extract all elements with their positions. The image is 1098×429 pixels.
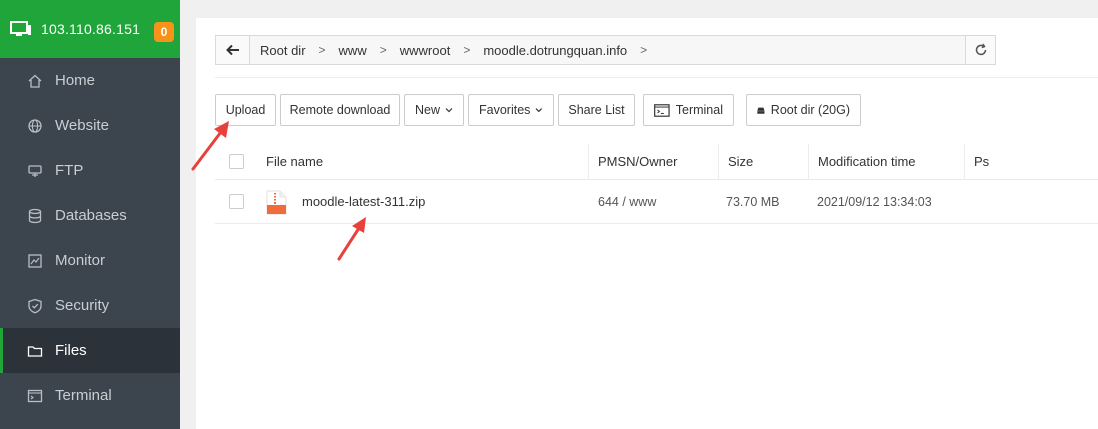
- sidebar-item-security[interactable]: Security: [0, 283, 180, 328]
- refresh-button[interactable]: [965, 36, 995, 64]
- sidebar-item-label: Monitor: [55, 252, 106, 269]
- row-checkbox[interactable]: [229, 194, 244, 209]
- column-divider: [718, 144, 719, 180]
- monitor-screen-icon: [10, 21, 31, 36]
- folder-icon: [27, 343, 43, 359]
- table-header: File name PMSN/Owner Size Modification t…: [215, 144, 1098, 180]
- new-dropdown-button[interactable]: New: [404, 94, 464, 126]
- file-size: 73.70 MB: [726, 194, 780, 209]
- file-table: File name PMSN/Owner Size Modification t…: [215, 144, 1098, 224]
- sidebar-item-databases[interactable]: Databases: [0, 193, 180, 238]
- terminal-button[interactable]: Terminal: [643, 94, 734, 126]
- terminal-icon: [27, 388, 43, 404]
- toolbar: Upload Remote download New Favorites Sha…: [215, 94, 865, 126]
- remote-download-button[interactable]: Remote download: [280, 94, 400, 126]
- favorites-dropdown-button[interactable]: Favorites: [468, 94, 554, 126]
- top-strip: [180, 0, 1098, 18]
- share-list-button[interactable]: Share List: [558, 94, 635, 126]
- table-row[interactable]: moodle-latest-311.zip 644 / www 73.70 MB…: [215, 180, 1098, 224]
- sidebar: 103.110.86.151 0 Home Website FTP Databa…: [0, 0, 180, 429]
- notification-badge[interactable]: 0: [154, 22, 174, 42]
- home-icon: [27, 73, 43, 89]
- breadcrumb: Root dir > www > wwwroot > moodle.dotrun…: [250, 43, 965, 58]
- upload-button[interactable]: Upload: [215, 94, 276, 126]
- sidebar-item-label: FTP: [55, 162, 84, 179]
- monitor-icon: [27, 253, 43, 269]
- sidebar-item-label: Files: [55, 342, 87, 359]
- arrow-left-icon: [225, 44, 239, 56]
- column-divider: [808, 144, 809, 180]
- select-all-checkbox[interactable]: [229, 154, 244, 169]
- file-manager-panel: Root dir > www > wwwroot > moodle.dotrun…: [196, 18, 1098, 429]
- breadcrumb-item[interactable]: wwwroot: [400, 43, 451, 58]
- zip-file-icon: [266, 190, 287, 215]
- chevron-right-icon: >: [318, 43, 326, 57]
- terminal-icon: [654, 103, 670, 117]
- sidebar-item-terminal[interactable]: Terminal: [0, 373, 180, 418]
- breadcrumb-item[interactable]: moodle.dotrungquan.info: [483, 43, 627, 58]
- refresh-icon: [975, 43, 986, 56]
- new-label: New: [415, 103, 441, 117]
- breadcrumb-item[interactable]: www: [339, 43, 367, 58]
- file-modified: 2021/09/12 13:34:03: [817, 194, 932, 209]
- path-bar: Root dir > www > wwwroot > moodle.dotrun…: [215, 35, 996, 65]
- file-permission[interactable]: 644 / www: [598, 195, 656, 209]
- header-modification-time[interactable]: Modification time: [818, 154, 916, 169]
- sidebar-item-home[interactable]: Home: [0, 58, 180, 103]
- sidebar-item-ftp[interactable]: FTP: [0, 148, 180, 193]
- terminal-label: Terminal: [675, 103, 723, 117]
- hard-disk-icon: [757, 107, 765, 114]
- divider: [215, 77, 1098, 78]
- ftp-icon: [27, 163, 43, 179]
- root-dir-label: Root dir (20G): [770, 103, 850, 117]
- chevron-right-icon: >: [379, 43, 387, 57]
- sidebar-item-monitor[interactable]: Monitor: [0, 238, 180, 283]
- root-dir-button[interactable]: Root dir (20G): [746, 94, 861, 126]
- back-button[interactable]: [216, 36, 250, 64]
- sidebar-item-website[interactable]: Website: [0, 103, 180, 148]
- database-icon: [27, 208, 43, 224]
- chevron-right-icon: >: [640, 43, 648, 57]
- file-name[interactable]: moodle-latest-311.zip: [302, 194, 425, 209]
- sidebar-item-label: Website: [55, 117, 109, 134]
- sidebar-item-files[interactable]: Files: [0, 328, 180, 373]
- sidebar-item-label: Home: [55, 72, 96, 89]
- server-ip: 103.110.86.151: [41, 21, 141, 37]
- breadcrumb-item[interactable]: Root dir: [260, 43, 306, 58]
- header-pmsn-owner[interactable]: PMSN/Owner: [598, 154, 677, 169]
- column-divider: [588, 144, 589, 180]
- chevron-right-icon: >: [463, 43, 471, 57]
- header-ps[interactable]: Ps: [974, 154, 989, 169]
- server-header[interactable]: 103.110.86.151 0: [0, 0, 180, 58]
- sidebar-item-label: Terminal: [55, 387, 112, 404]
- shield-icon: [27, 298, 43, 314]
- globe-icon: [27, 118, 43, 134]
- favorites-label: Favorites: [479, 103, 531, 117]
- column-divider: [964, 144, 965, 180]
- header-file-name[interactable]: File name: [266, 154, 323, 169]
- chevron-down-icon: [535, 108, 543, 113]
- header-size[interactable]: Size: [728, 154, 753, 169]
- sidebar-item-label: Databases: [55, 207, 127, 224]
- sidebar-item-label: Security: [55, 297, 110, 314]
- chevron-down-icon: [445, 108, 453, 113]
